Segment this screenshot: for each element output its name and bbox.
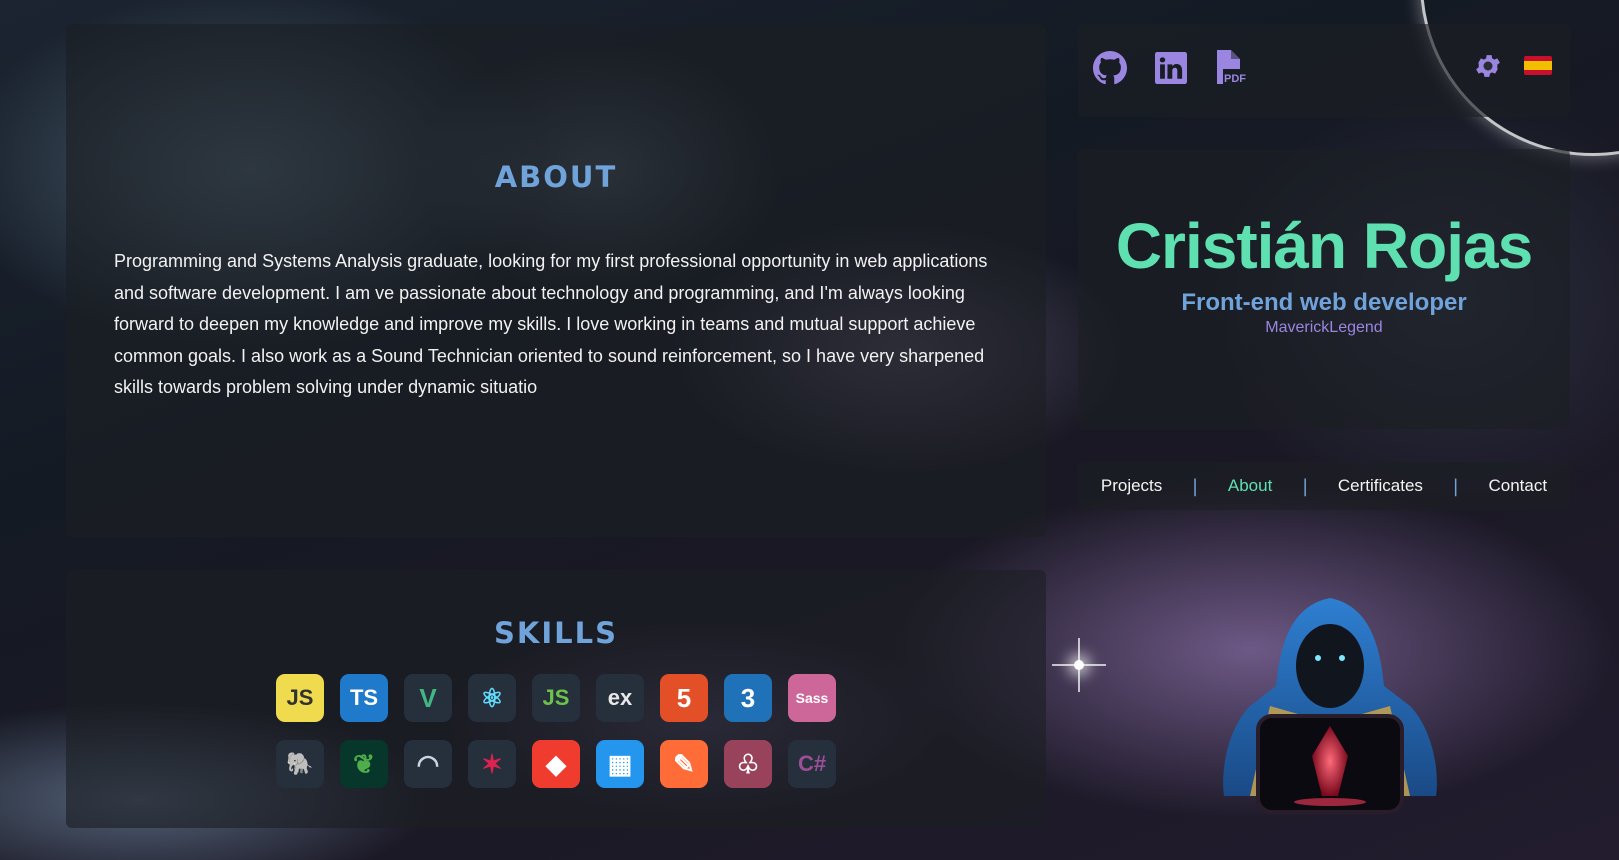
skill-glyph: 3	[740, 682, 756, 713]
profile-card: Cristián Rojas Front-end web developer M…	[1078, 149, 1570, 429]
nav-separator: |	[1302, 475, 1309, 497]
skills-row: 🐘 ❦ ◠ ✶ ◆ ▦ ✎ ♧ C#	[276, 740, 836, 788]
profile-handle: MaverickLegend	[1265, 319, 1383, 336]
pdf-file-icon[interactable]: PDF	[1213, 50, 1249, 86]
skill-glyph: JS	[286, 685, 314, 710]
skill-glyph: JS	[542, 685, 570, 710]
mongodb-icon: ❦	[340, 740, 388, 788]
main-nav: Projects | About | Certificates | Contac…	[1078, 462, 1570, 510]
nav-separator: |	[1192, 475, 1199, 497]
vue-icon: V	[404, 674, 452, 722]
nav-separator: |	[1452, 475, 1459, 497]
nodejs-icon: JS	[532, 674, 580, 722]
about-section: ABOUT Programming and Systems Analysis g…	[66, 24, 1046, 537]
skill-glyph: Sass	[795, 690, 829, 706]
skill-glyph: TS	[349, 685, 379, 710]
about-title: ABOUT	[494, 160, 618, 194]
sass-icon: Sass	[788, 674, 836, 722]
csharp-icon: C#	[788, 740, 836, 788]
javascript-icon: JS	[276, 674, 324, 722]
skill-glyph: 5	[676, 682, 692, 713]
spain-flag-icon[interactable]	[1524, 56, 1552, 75]
nav-item-about[interactable]: About	[1228, 476, 1272, 496]
skills-title: SKILLS	[494, 616, 618, 650]
svg-text:PDF: PDF	[1224, 73, 1246, 85]
express-icon: ex	[596, 674, 644, 722]
skill-glyph: ◠	[416, 748, 440, 779]
css3-icon: 3	[724, 674, 772, 722]
postgresql-icon: 🐘	[276, 740, 324, 788]
skill-glyph: ◆	[546, 748, 566, 779]
skill-glyph: 🐘	[286, 751, 314, 776]
skills-grid: JS TS V ⚛ JS ex 5 3 Sass 🐘 ❦ ◠ ✶ ◆ ▦ ✎ ♧ C#	[276, 674, 836, 806]
skill-glyph: V	[419, 682, 437, 713]
header-bar: PDF	[1078, 24, 1570, 117]
typescript-icon: TS	[340, 674, 388, 722]
star-decoration	[1052, 638, 1106, 692]
skill-glyph: ✎	[673, 748, 695, 779]
nav-item-certificates[interactable]: Certificates	[1338, 476, 1423, 496]
skill-glyph: ♧	[736, 748, 760, 779]
docker-icon: ▦	[596, 740, 644, 788]
html5-icon: 5	[660, 674, 708, 722]
profile-role: Front-end web developer	[1181, 289, 1467, 316]
jest-icon: ♧	[724, 740, 772, 788]
postman-icon: ✎	[660, 740, 708, 788]
nav-item-projects[interactable]: Projects	[1101, 476, 1162, 496]
nestjs-icon: ✶	[468, 740, 516, 788]
nav-list: Projects | About | Certificates | Contac…	[1078, 462, 1570, 510]
gear-icon[interactable]	[1473, 51, 1503, 81]
hooded-avatar-image	[1210, 596, 1450, 818]
profile-name: Cristián Rojas	[1115, 210, 1533, 282]
skill-glyph: C#	[797, 751, 827, 776]
skill-glyph: ⚛	[480, 682, 504, 713]
skill-glyph: ❦	[353, 748, 375, 779]
mysql-icon: ◠	[404, 740, 452, 788]
react-icon: ⚛	[468, 674, 516, 722]
skill-glyph: ▦	[607, 748, 633, 779]
skills-section: SKILLS JS TS V ⚛ JS ex 5 3 Sass 🐘 ❦ ◠ ✶ ◆ ▦ ✎ ♧ C#	[66, 570, 1046, 828]
linkedin-icon[interactable]	[1153, 50, 1189, 86]
skill-glyph: ex	[607, 685, 633, 710]
nav-item-contact[interactable]: Contact	[1489, 476, 1548, 496]
about-text: Programming and Systems Analysis graduat…	[114, 251, 988, 397]
skill-glyph: ✶	[481, 748, 503, 779]
github-icon[interactable]	[1092, 50, 1128, 86]
skills-row: JS TS V ⚛ JS ex 5 3 Sass	[276, 674, 836, 722]
git-icon: ◆	[532, 740, 580, 788]
